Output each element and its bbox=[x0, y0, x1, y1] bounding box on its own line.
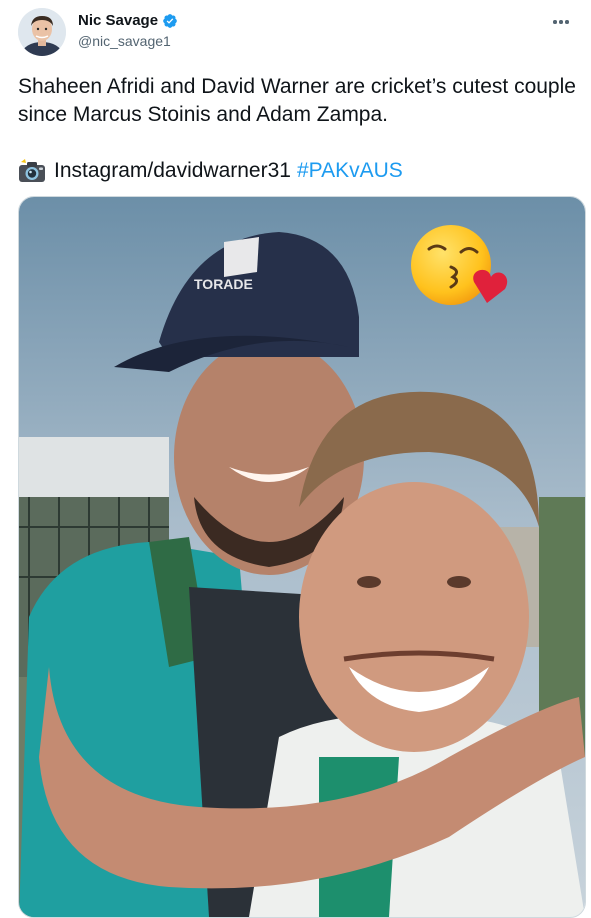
tweet-text: Shaheen Afridi and David Warner are cric… bbox=[18, 73, 578, 185]
author-info: Nic Savage @nic_savage1 bbox=[78, 11, 178, 50]
tweet[interactable]: Nic Savage @nic_savage1 Shaheen Afridi a… bbox=[0, 0, 591, 918]
verified-badge-icon[interactable] bbox=[162, 13, 178, 29]
more-options-button[interactable] bbox=[546, 10, 576, 34]
cap-logo-text: TORADE bbox=[194, 276, 253, 292]
more-dot bbox=[559, 20, 563, 24]
more-dots-icon bbox=[553, 20, 557, 24]
author-display-name[interactable]: Nic Savage bbox=[78, 11, 158, 31]
tweet-source-line: Instagram/davidwarner31 #PAKvAUS bbox=[18, 157, 578, 185]
avatar-image bbox=[18, 8, 66, 56]
avatar[interactable] bbox=[18, 8, 66, 56]
hashtag-link[interactable]: #PAKvAUS bbox=[297, 157, 403, 185]
photo-image: TORADE bbox=[19, 197, 585, 917]
author-handle[interactable]: @nic_savage1 bbox=[78, 32, 178, 50]
tweet-text-line: Shaheen Afridi and David Warner are cric… bbox=[18, 75, 576, 126]
more-dot bbox=[565, 20, 569, 24]
tweet-photo[interactable]: TORADE bbox=[18, 196, 586, 918]
camera-flash-icon bbox=[19, 159, 45, 182]
source-link[interactable]: Instagram/davidwarner31 bbox=[54, 157, 291, 185]
tweet-header: Nic Savage @nic_savage1 bbox=[18, 8, 578, 58]
